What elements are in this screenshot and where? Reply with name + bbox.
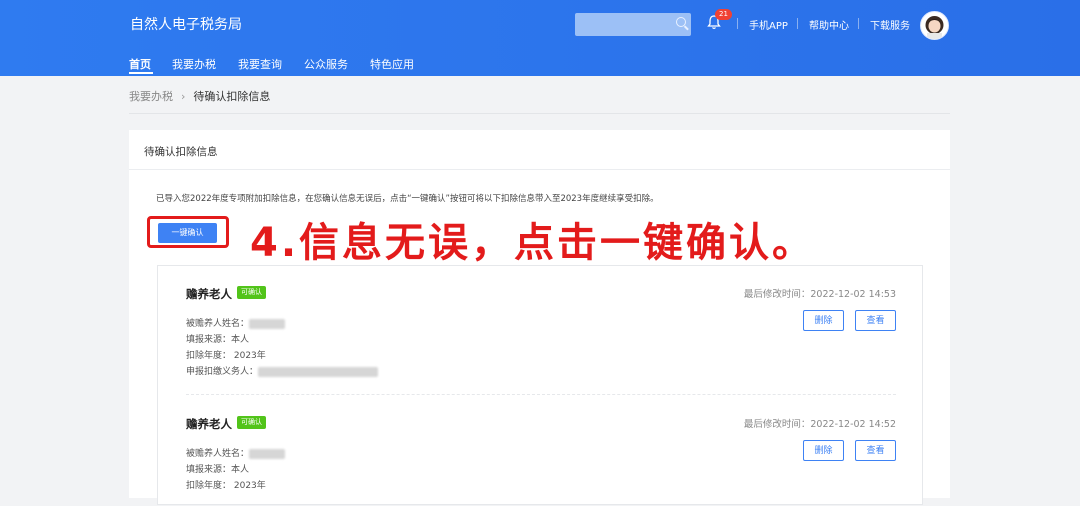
search-icon[interactable] <box>676 17 686 27</box>
breadcrumb-divider <box>129 113 950 114</box>
header-divider <box>797 18 798 29</box>
list-item: 赡养老人 可确认 最后修改时间：2022-12-02 14:52 被赡养人姓名：… <box>186 416 896 506</box>
nav-item-tax-filing[interactable]: 我要办税 <box>172 56 216 72</box>
redacted-name <box>249 318 286 329</box>
search-input[interactable] <box>575 13 691 36</box>
redacted-agent <box>258 366 379 377</box>
record-title: 赡养老人 <box>186 417 232 431</box>
help-center-link[interactable]: 帮助中心 <box>809 17 849 32</box>
source-field: 填报来源：本人 <box>186 335 250 345</box>
nav-active-indicator <box>129 72 153 74</box>
status-badge: 可确认 <box>237 286 266 299</box>
nav-item-features[interactable]: 特色应用 <box>370 56 414 72</box>
modified-time: 最后修改时间：2022-12-02 14:53 <box>743 289 896 300</box>
year-field: 扣除年度： 2023年 <box>186 481 266 491</box>
breadcrumb: 我要办税 › 待确认扣除信息 <box>129 88 270 104</box>
notification-badge: 21 <box>715 9 732 20</box>
download-service-link[interactable]: 下载服务 <box>870 17 910 32</box>
record-divider <box>186 394 896 396</box>
record-title: 赡养老人 <box>186 287 232 301</box>
content-panel: 待确认扣除信息 已导入您2022年度专项附加扣除信息，在您确认信息无误后，点击“… <box>129 130 950 505</box>
withholding-agent-field: 申报扣缴义务人： <box>186 364 379 377</box>
dependent-name-label: 被赡养人姓名： <box>186 319 250 329</box>
delete-button[interactable]: 删除 <box>803 440 844 461</box>
nav-item-public-service[interactable]: 公众服务 <box>304 56 348 72</box>
redacted-name <box>249 448 286 459</box>
header-divider <box>737 18 738 29</box>
mobile-app-link[interactable]: 手机APP <box>749 17 788 32</box>
view-button[interactable]: 查看 <box>855 310 896 331</box>
list-item: 赡养老人 可确认 最后修改时间：2022-12-02 14:53 被赡养人姓名：… <box>186 286 896 386</box>
breadcrumb-parent[interactable]: 我要办税 <box>129 90 173 103</box>
header-divider <box>858 18 859 29</box>
source-field: 填报来源：本人 <box>186 465 250 475</box>
dependent-name-label: 被赡养人姓名： <box>186 449 250 459</box>
panel-title: 待确认扣除信息 <box>144 146 218 158</box>
view-button[interactable]: 查看 <box>855 440 896 461</box>
modified-time: 最后修改时间：2022-12-02 14:52 <box>743 419 896 430</box>
top-header: 自然人电子税务局 21 手机APP 帮助中心 下载服务 首页 我要办税 我要查询… <box>0 0 1080 76</box>
breadcrumb-current: 待确认扣除信息 <box>193 90 271 103</box>
import-notice: 已导入您2022年度专项附加扣除信息，在您确认信息无误后，点击“一键确认”按钮可… <box>156 194 659 204</box>
withholding-agent-label: 申报扣缴义务人： <box>186 367 259 377</box>
panel-divider <box>129 169 950 170</box>
status-badge: 可确认 <box>237 416 266 429</box>
nav-item-home[interactable]: 首页 <box>129 56 151 72</box>
nav-item-query[interactable]: 我要查询 <box>238 56 282 72</box>
site-title[interactable]: 自然人电子税务局 <box>130 14 242 34</box>
dependent-name-field: 被赡养人姓名： <box>186 316 286 329</box>
instruction-annotation: 4.信息无误，点击一键确认。 <box>250 220 816 266</box>
user-avatar-icon <box>925 16 944 39</box>
year-field: 扣除年度： 2023年 <box>186 351 266 361</box>
highlight-box <box>147 216 229 248</box>
delete-button[interactable]: 删除 <box>803 310 844 331</box>
avatar[interactable] <box>920 11 949 40</box>
chevron-right-icon: › <box>181 90 186 103</box>
dependent-name-field: 被赡养人姓名： <box>186 446 286 459</box>
deduction-list: 赡养老人 可确认 最后修改时间：2022-12-02 14:53 被赡养人姓名：… <box>157 265 923 505</box>
